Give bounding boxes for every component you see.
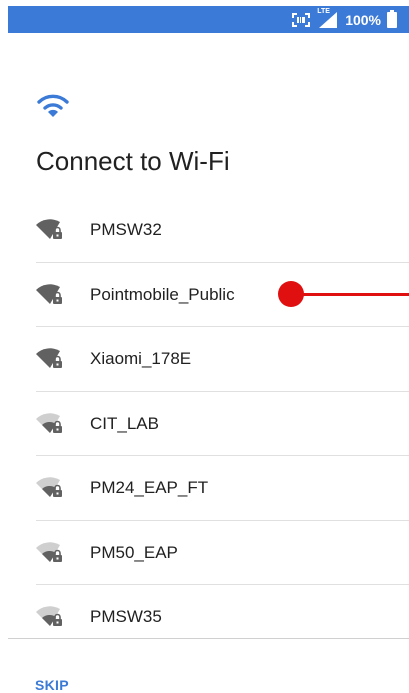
network-list: PMSW32 Pointmobile_Public Xiaomi_178E CI… <box>0 198 409 650</box>
network-item-pm50-eap[interactable]: PM50_EAP <box>0 521 409 585</box>
network-name: CIT_LAB <box>90 413 159 433</box>
touch-indicator <box>278 281 304 307</box>
network-name: PM50_EAP <box>90 542 178 562</box>
wifi-icon <box>37 94 69 117</box>
network-name: PMSW35 <box>90 607 162 627</box>
wifi-lock-icon <box>36 348 62 369</box>
battery-percent: 100% <box>345 11 381 28</box>
touch-swipe-trail <box>300 293 409 296</box>
wifi-lock-icon <box>36 219 62 240</box>
wifi-lock-weak-icon <box>36 477 62 498</box>
network-name: PM24_EAP_FT <box>90 478 209 498</box>
network-item-pmsw32[interactable]: PMSW32 <box>0 198 409 263</box>
scan-icon <box>292 12 311 27</box>
network-name: Xiaomi_178E <box>90 349 192 369</box>
network-name: Pointmobile_Public <box>90 284 235 304</box>
battery-icon <box>387 9 397 28</box>
status-bar: LTE 100% <box>8 6 409 33</box>
wifi-lock-weak-icon <box>36 606 62 627</box>
network-name: PMSW32 <box>90 220 162 240</box>
network-item-pm24-eap-ft[interactable]: PM24_EAP_FT <box>0 456 409 521</box>
network-type-label: LTE <box>317 7 330 15</box>
network-item-pmsw35[interactable]: PMSW35 <box>0 585 409 650</box>
wifi-lock-weak-icon <box>36 542 62 562</box>
network-item-cit-lab[interactable]: CIT_LAB <box>0 392 409 456</box>
skip-button[interactable]: SKIP <box>35 677 69 693</box>
page-title: Connect to Wi-Fi <box>36 146 230 176</box>
wifi-lock-icon <box>36 284 62 304</box>
footer-divider <box>8 638 409 639</box>
lte-signal-icon: LTE <box>317 8 338 28</box>
network-item-xiaomi-178e[interactable]: Xiaomi_178E <box>0 327 409 392</box>
wifi-lock-weak-icon <box>36 413 62 433</box>
